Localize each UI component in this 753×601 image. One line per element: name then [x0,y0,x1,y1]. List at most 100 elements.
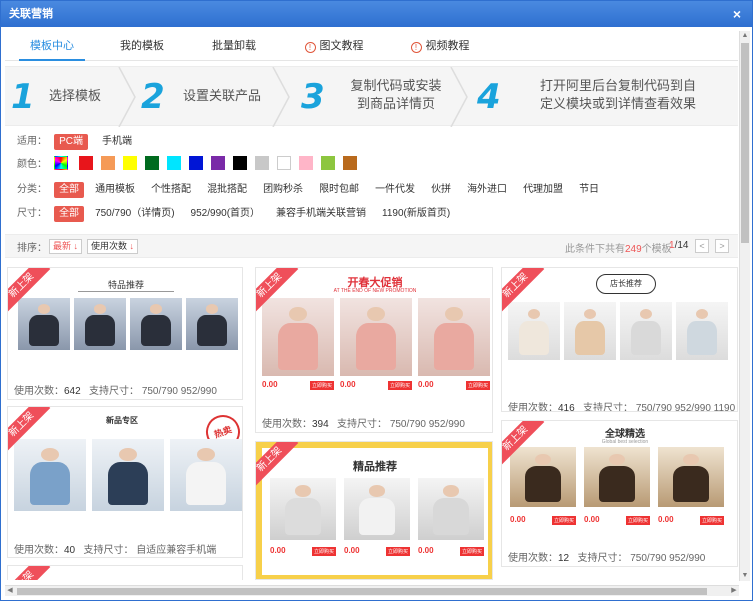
category-option[interactable]: 限时包邮 [314,182,364,198]
product-figure [683,454,699,465]
uses-label: 使用次数： [14,545,64,556]
sizes-value: 750/790 952/990 1190 [635,403,736,412]
tab-batch-uninstall[interactable]: 批量卸载 [201,31,267,61]
scroll-left-icon[interactable]: ◀ [5,586,15,596]
buy-now-button: 立即购买 [388,381,413,390]
template-preview: 精品推荐 0.00 立即购买 0.00 立即购买 0.00 立即购买 [256,442,492,579]
template-card[interactable]: 店长推荐 新上架 使用次数：416 支持尺寸： 750/790 952/990 … [501,267,738,412]
filter-size: 尺寸： 全部 750/790（详情页) 952/990(首页） 兼容手机端关联营销 11… [17,203,461,223]
product-figure [443,485,459,497]
platform-mobile-option[interactable]: 手机端 [97,134,137,150]
template-card[interactable]: 新上架 [7,565,243,580]
product-figure [524,466,562,503]
template-banner: 全球精选 [605,429,645,440]
template-preview: 全球精选 Global best selection 0.00 立即购买 0.00 立… [502,421,737,541]
filter-color: 颜色： [17,154,365,174]
product-figure [535,454,551,465]
vertical-scrollbar[interactable]: ▲ ▼ [739,31,750,581]
color-swatch[interactable] [233,156,248,170]
platform-pc-option[interactable]: PC端 [54,134,88,150]
category-option[interactable]: 混批搭配 [202,182,252,198]
category-option[interactable]: 一件代发 [370,182,420,198]
product-figure [41,447,59,461]
product-image [186,298,238,350]
template-card[interactable]: 开春大促销 AT THE END OF NEW PROMOTION 0.00 立即… [255,267,493,433]
color-swatch[interactable] [145,156,160,170]
tab-my-templates[interactable]: 我的模板 [109,31,175,61]
price-tag: 0.00 [344,546,360,555]
size-option[interactable]: 952/990(首页） [186,206,265,222]
size-option[interactable]: 1190(新版首页) [377,206,455,222]
uses-count: 40 [64,545,76,556]
tab-label: 批量卸载 [212,40,256,52]
color-swatch[interactable] [277,156,292,170]
product-figure [295,485,311,497]
step-number: 2 [141,77,165,117]
product-figure [277,322,319,370]
scrollbar-thumb[interactable] [741,43,749,243]
step-text: 复制代码或安装 到商品详情页 [341,77,451,113]
horizontal-scrollbar[interactable]: ◀ ▶ [5,585,739,596]
template-card[interactable]: 精品推荐 0.00 立即购买 0.00 立即购买 0.00 立即购买 新上架 [255,441,493,580]
color-swatch[interactable] [79,156,94,170]
category-option[interactable]: 团购秒杀 [258,182,308,198]
scroll-right-icon[interactable]: ▶ [729,586,739,596]
product-figure [583,308,597,320]
template-card[interactable]: 全球精选 Global best selection 0.00 立即购买 0.00 立… [501,420,738,567]
sort-latest-button[interactable]: 最新 ↓ [49,239,83,254]
filter-label: 分类： [17,184,47,195]
color-swatch[interactable] [321,156,336,170]
template-card[interactable]: 新品专区 热卖 新上架 使用次数：40 支持尺寸： 自适应兼容手机端 [7,406,243,558]
filter-label: 适用： [17,136,47,147]
buy-now-button: 立即购买 [386,547,411,556]
tab-label: 我的模板 [120,40,164,52]
color-swatch[interactable] [211,156,226,170]
category-option[interactable]: 节日 [574,182,604,198]
color-swatch[interactable] [343,156,358,170]
price-tag: 0.00 [262,380,278,389]
color-swatch[interactable] [101,156,116,170]
category-option[interactable]: 海外进口 [462,182,512,198]
tab-video-tutorial[interactable]: ! 视频教程 [405,31,475,61]
sort-bar: 排序： 最新 ↓ 使用次数 ↓ 此条件下共有249个模板 1/14 < > [5,234,738,258]
product-figure [672,466,710,503]
size-option[interactable]: 全部 [54,206,85,222]
sort-usage-button[interactable]: 使用次数 ↓ [87,239,139,254]
size-option[interactable]: 兼容手机端关联营销 [271,206,371,222]
close-icon[interactable]: × [730,1,744,27]
prev-page-button[interactable]: < [695,239,709,253]
category-option[interactable]: 全部 [54,182,85,198]
scrollbar-thumb[interactable] [17,588,707,595]
product-image [92,439,164,511]
step-text: 打开阿里后台复制代码到自 定义模块或到详情查看效果 [533,77,703,113]
color-swatch-all[interactable] [54,156,69,170]
step-4: 4 打开阿里后台复制代码到自 定义模块或到详情查看效果 [471,67,737,127]
size-option[interactable]: 750/790（详情页) [90,206,179,222]
color-swatch[interactable] [189,156,204,170]
product-figure [598,466,636,503]
category-option[interactable]: 通用模板 [90,182,140,198]
category-option[interactable]: 代理加盟 [518,182,568,198]
color-swatch[interactable] [255,156,270,170]
color-swatch[interactable] [299,156,314,170]
scroll-up-icon[interactable]: ▲ [740,31,750,41]
category-option[interactable]: 个性搭配 [146,182,196,198]
scroll-down-icon[interactable]: ▼ [740,571,750,581]
color-swatch[interactable] [167,156,182,170]
sizes-label: 支持尺寸： [89,386,140,397]
tab-template-center[interactable]: 模板中心 [19,31,85,61]
total-count: 此条件下共有249个模板 [565,240,672,255]
step-text-line: 到商品详情页 [356,96,435,111]
tab-image-tutorial[interactable]: ! 图文教程 [299,31,369,61]
category-option[interactable]: 伙拼 [426,182,456,198]
product-figure [575,320,605,356]
total-number: 249 [625,244,642,255]
color-swatch[interactable] [123,156,138,170]
template-card[interactable]: 特品推荐 新上架 使用次数：642 支持尺寸： 750/790 952/990 [7,267,243,400]
next-page-button[interactable]: > [715,239,729,253]
product-figure [519,320,549,356]
step-text-line: 复制代码或安装 [350,78,442,93]
step-text-line: 定义模块或到详情查看效果 [539,96,696,111]
page-indicator: 1/14 [669,240,688,251]
uses-label: 使用次数： [508,403,558,412]
